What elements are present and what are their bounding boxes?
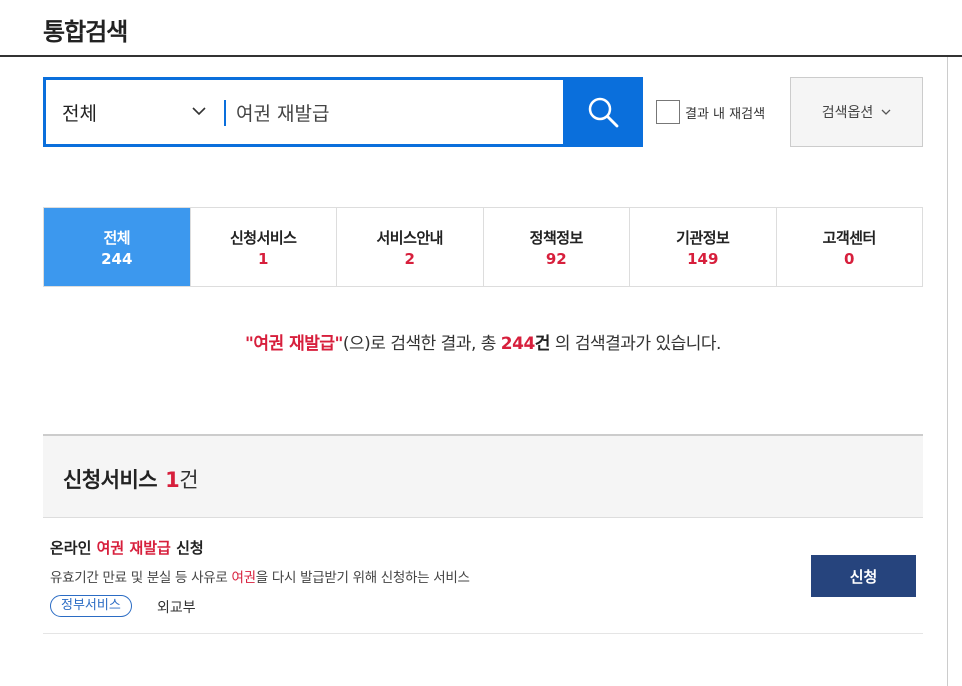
tab-label: 기관정보 [676,228,730,247]
tab-label: 전체 [103,228,131,247]
summary-tail: 의 검색결과가 있습니다. [549,334,722,354]
list-item: 온라인 여권 재발급 신청 유효기간 만료 및 분실 등 사유로 여권을 다시 … [43,518,923,634]
tab-count: 244 [101,249,133,268]
result-title-post: 신청 [170,539,204,557]
refine-search-checkbox[interactable]: 결과 내 재검색 [656,100,765,124]
tab-count: 92 [545,249,567,268]
search-icon [588,97,619,128]
tab-agency-info[interactable]: 기관정보 149 [630,208,777,286]
summary-count: 244 [500,334,536,354]
tab-label: 서비스안내 [376,228,443,247]
tab-customer-center[interactable]: 고객센터 0 [777,208,923,286]
tab-count: 2 [404,249,415,268]
agency-name: 외교부 [157,600,196,616]
result-desc-highlight: 여권 [231,570,257,586]
result-description: 유효기간 만료 및 분실 등 사유로 여권을 다시 발급받기 위해 신청하는 서… [50,566,470,586]
scope-select[interactable]: 전체 [62,80,222,144]
summary-keyword: "여권 재발급" [245,334,343,354]
checkbox[interactable] [656,100,680,124]
summary-text: (으)로 검색한 결과, 총 [342,334,501,354]
refine-search-label: 결과 내 재검색 [685,106,766,122]
result-summary: "여권 재발급"(으)로 검색한 결과, 총 244건 의 검색결과가 있습니다… [0,329,962,354]
apply-button[interactable]: 신청 [811,555,916,597]
result-desc-post: 을 다시 발급받기 위해 신청하는 서비스 [255,570,470,586]
result-desc-pre: 유효기간 만료 및 분실 등 사유로 [50,570,232,586]
search-button[interactable] [563,77,643,147]
tab-count: 1 [258,249,269,268]
chevron-down-icon [881,109,891,115]
tab-all[interactable]: 전체 244 [44,208,191,286]
tab-application-services[interactable]: 신청서비스 1 [191,208,337,286]
tab-count: 149 [687,249,719,268]
section-title: 신청서비스 1건 [63,464,199,494]
result-title-pre: 온라인 [50,539,97,557]
scope-select-value: 전체 [62,102,97,125]
section-count: 1 [165,468,180,492]
tab-label: 고객센터 [822,228,877,247]
title-divider [0,55,962,57]
search-options-button[interactable]: 검색옵션 [790,77,923,147]
section-header: 신청서비스 1건 [43,434,923,518]
page-title: 통합검색 [43,18,128,46]
category-badge: 정부서비스 [50,595,132,617]
tab-label: 정책정보 [529,228,584,247]
scrollbar-track [947,57,948,686]
tab-label: 신청서비스 [229,228,297,247]
result-title-highlight: 여권 재발급 [96,539,171,557]
tab-count: 0 [844,249,855,268]
tab-policy-info[interactable]: 정책정보 92 [484,208,630,286]
section-title-label: 신청서비스 [63,468,158,492]
search-box: 전체 [43,77,643,147]
summary-unit: 건 [534,334,551,354]
chevron-down-icon [192,107,206,116]
field-divider [224,100,226,126]
result-title[interactable]: 온라인 여권 재발급 신청 [50,537,204,558]
search-options-label: 검색옵션 [821,105,874,121]
category-tabs: 전체 244 신청서비스 1 서비스안내 2 정책정보 92 기관정보 149 … [43,207,923,287]
tab-service-guide[interactable]: 서비스안내 2 [337,208,484,286]
section-unit: 건 [179,468,199,492]
search-input[interactable] [236,80,561,144]
